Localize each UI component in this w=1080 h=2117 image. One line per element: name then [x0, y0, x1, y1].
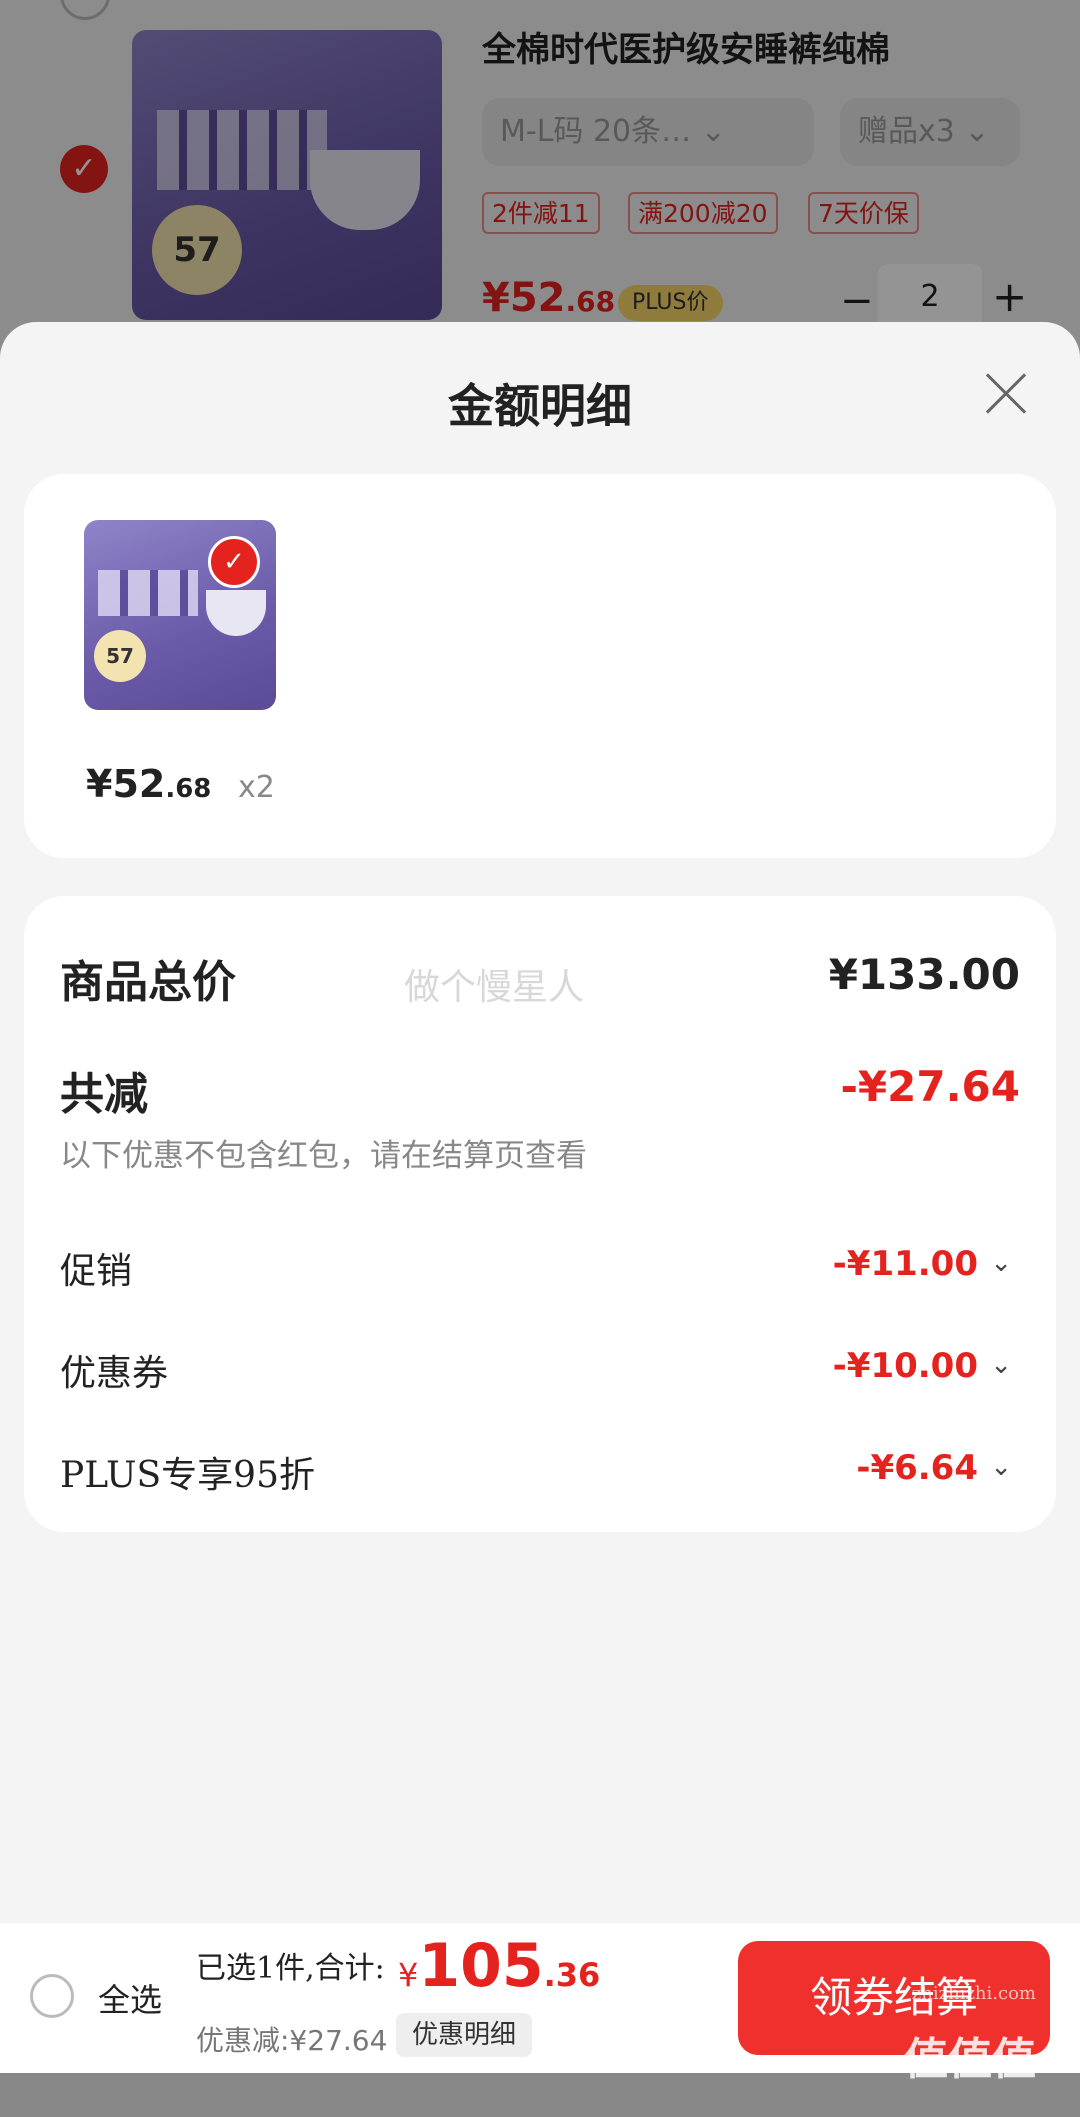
total-decimal: .36: [543, 1956, 601, 1994]
total-reduction-value: -¥27.64: [840, 1062, 1020, 1111]
promotion-label: 促销: [60, 1251, 133, 1292]
amount-detail-sheet: 金额明细 57 ✓ ¥52.68 x2 商品总价 做个慢星人 ¥133.00 共…: [0, 322, 1080, 2073]
chevron-down-icon[interactable]: ⌄: [990, 1248, 1012, 1278]
sheet-title: 金额明细: [448, 379, 632, 433]
plus-discount-label: PLUS专享95折: [60, 1455, 315, 1496]
total-amount: ¥105.36: [398, 1931, 600, 2001]
selected-items-card: 57 ✓ ¥52.68 x2: [24, 474, 1056, 858]
price-breakdown-card: 商品总价 做个慢星人 ¥133.00 共减 -¥27.64 以下优惠不包含红包，…: [24, 896, 1056, 1532]
total-reduction-label: 共减: [60, 1069, 148, 1120]
chevron-down-icon[interactable]: ⌄: [990, 1452, 1012, 1482]
coupon-value[interactable]: -¥10.00: [833, 1346, 978, 1386]
item-quantity: x2: [238, 770, 275, 805]
coupon-label: 优惠券: [60, 1353, 169, 1394]
watermark-text: 做个慢星人: [404, 967, 585, 1008]
close-icon[interactable]: [975, 364, 1035, 424]
discount-summary: 优惠减:¥27.64: [196, 2024, 388, 2057]
modal-overlay[interactable]: [0, 0, 1080, 360]
total-price-label: 商品总价: [60, 957, 236, 1008]
item-price: ¥52.68: [86, 762, 211, 806]
thumbnail-garment-graphic: [206, 590, 266, 636]
reduction-note: 以下优惠不包含红包，请在结算页查看: [60, 1138, 587, 1174]
check-icon: ✓: [208, 536, 260, 588]
price-decimal: .68: [165, 774, 212, 804]
select-all-checkbox[interactable]: [30, 1974, 74, 2018]
total-currency: ¥: [398, 1956, 419, 1994]
checkout-bar: 全选 已选1件,合计: ¥105.36 优惠减:¥27.64 优惠明细 领券结算…: [0, 1923, 1080, 2085]
thumbnail-pack-graphic: [98, 570, 198, 616]
checkout-button[interactable]: 领券结算 值值值 zhizhizhi.com: [738, 1941, 1050, 2085]
site-watermark-url: zhizhizhi.com: [911, 1983, 1036, 2004]
total-price-value: ¥133.00: [828, 950, 1020, 999]
thumbnail-badge: 57: [94, 630, 146, 682]
plus-discount-value[interactable]: -¥6.64: [856, 1448, 978, 1488]
chevron-down-icon[interactable]: ⌄: [990, 1350, 1012, 1380]
total-integer: 105: [418, 1931, 544, 2001]
promotion-value[interactable]: -¥11.00: [833, 1244, 978, 1284]
discount-detail-button[interactable]: 优惠明细: [396, 2013, 533, 2057]
price-integer: ¥52: [86, 762, 166, 806]
select-all-label[interactable]: 全选: [98, 1975, 162, 2021]
selection-summary: 已选1件,合计:: [196, 1951, 385, 1986]
